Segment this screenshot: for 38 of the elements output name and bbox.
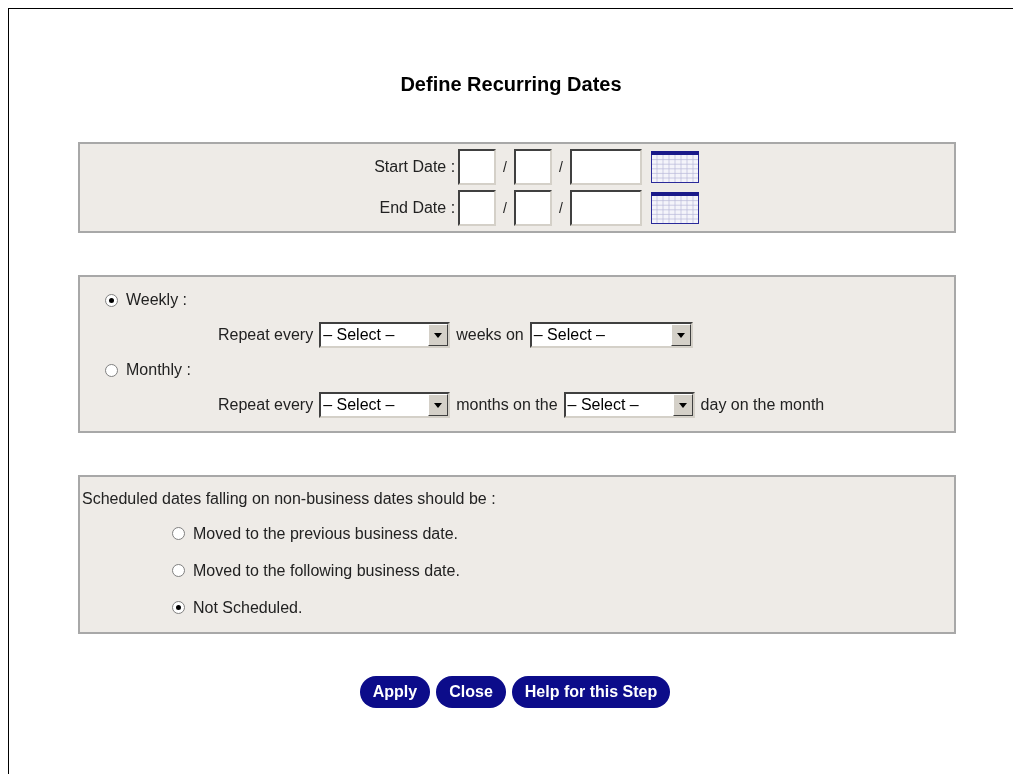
option-label: Moved to the following business date. [193,560,460,581]
action-button[interactable]: Apply [359,676,431,708]
radio-button[interactable] [105,293,118,307]
date-input-field[interactable] [458,149,497,185]
date-input-field[interactable] [514,149,552,185]
select-dropdown[interactable]: – Select – [563,392,695,418]
page-title: Define Recurring Dates [399,72,623,97]
date-input-field[interactable] [569,190,642,226]
calendar-icon[interactable] [650,151,699,183]
action-button[interactable]: Close [436,676,506,708]
date-input-field[interactable] [514,190,552,226]
field-label: day on the month [700,395,825,415]
option-label: Monthly : [126,360,191,380]
select-dropdown[interactable]: – Select – [319,392,451,418]
option-label: Not Scheduled. [193,597,303,618]
radio-button[interactable] [105,363,118,377]
action-button[interactable]: Help for this Step [511,676,671,708]
calendar-icon[interactable] [650,192,699,224]
radio-button[interactable] [172,527,185,540]
date-separator: / [503,198,507,218]
select-dropdown[interactable]: – Select – [529,322,693,348]
radio-button[interactable] [172,564,185,577]
field-label: Start Date : [373,157,456,177]
field-label: months on the [456,395,558,415]
field-label: Repeat every [218,325,314,345]
select-dropdown[interactable]: – Select – [319,322,451,348]
date-input-field[interactable] [569,149,642,185]
date-separator: / [559,157,563,177]
field-label: weeks on [456,325,524,345]
field-label: Repeat every [218,395,314,415]
date-input-field[interactable] [458,190,497,226]
radio-button[interactable] [172,601,185,614]
option-label: Weekly : [126,290,188,310]
panel-heading: Scheduled dates falling on non-business dates should be : [82,489,497,509]
option-label: Moved to the previous business date. [193,523,459,544]
field-label: End Date : [378,198,456,218]
date-separator: / [559,198,563,218]
date-separator: / [503,157,507,177]
